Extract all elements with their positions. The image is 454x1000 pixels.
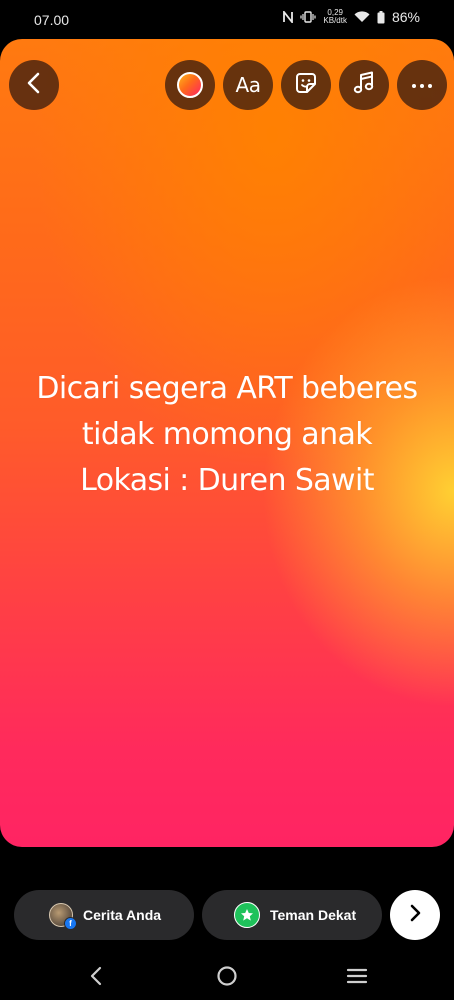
- recents-nav-icon: [346, 967, 368, 990]
- network-speed-unit: KB/dtk: [323, 16, 347, 25]
- star-icon: [234, 902, 260, 928]
- nav-recents-button[interactable]: [342, 963, 372, 993]
- story-text-line: Dicari segera ART beberes: [36, 371, 418, 406]
- color-picker-button[interactable]: [165, 60, 215, 110]
- your-story-label: Cerita Anda: [83, 907, 162, 923]
- status-time: 07.00: [34, 12, 70, 28]
- text-style-label: Aa: [235, 73, 261, 97]
- back-nav-icon: [89, 966, 103, 991]
- more-horizontal-icon: [411, 76, 433, 94]
- color-swatch-icon: [177, 72, 203, 98]
- story-text[interactable]: Dicari segera ART beberes tidak momong a…: [0, 366, 454, 504]
- more-options-button[interactable]: [397, 60, 447, 110]
- nav-home-button[interactable]: [212, 963, 242, 993]
- close-friends-button[interactable]: Teman Dekat: [202, 890, 382, 940]
- chevron-right-icon: [408, 904, 422, 927]
- sticker-button[interactable]: [281, 60, 331, 110]
- home-nav-icon: [216, 965, 238, 992]
- network-speed: 0,29 KB/dtk: [323, 9, 347, 25]
- status-bar: 07.00 0,29 KB/dtk 86%: [0, 0, 454, 40]
- wifi-icon: [354, 11, 370, 23]
- story-canvas[interactable]: Aa Dicari segera ART beberes tidak momon…: [0, 39, 454, 847]
- chevron-left-icon: [24, 71, 44, 100]
- music-button[interactable]: [339, 60, 389, 110]
- your-story-button[interactable]: f Cerita Anda: [14, 890, 194, 940]
- status-icons: 0,29 KB/dtk 86%: [283, 9, 420, 25]
- facebook-icon: f: [64, 917, 77, 930]
- avatar: f: [49, 903, 77, 930]
- nfc-icon: [283, 11, 294, 23]
- nav-back-button[interactable]: [81, 963, 111, 993]
- text-style-button[interactable]: Aa: [223, 60, 273, 110]
- vibrate-icon: [300, 11, 316, 23]
- battery-icon: [377, 10, 385, 24]
- close-friends-label: Teman Dekat: [270, 907, 357, 923]
- sticker-icon: [293, 70, 319, 101]
- story-text-line: tidak momong anak: [81, 417, 373, 452]
- next-button[interactable]: [390, 890, 440, 940]
- music-note-icon: [352, 70, 376, 101]
- story-text-line: Lokasi : Duren Sawit: [80, 463, 374, 498]
- battery-percentage: 86%: [391, 9, 420, 25]
- system-nav-bar: [0, 955, 454, 1000]
- back-button[interactable]: [9, 60, 59, 110]
